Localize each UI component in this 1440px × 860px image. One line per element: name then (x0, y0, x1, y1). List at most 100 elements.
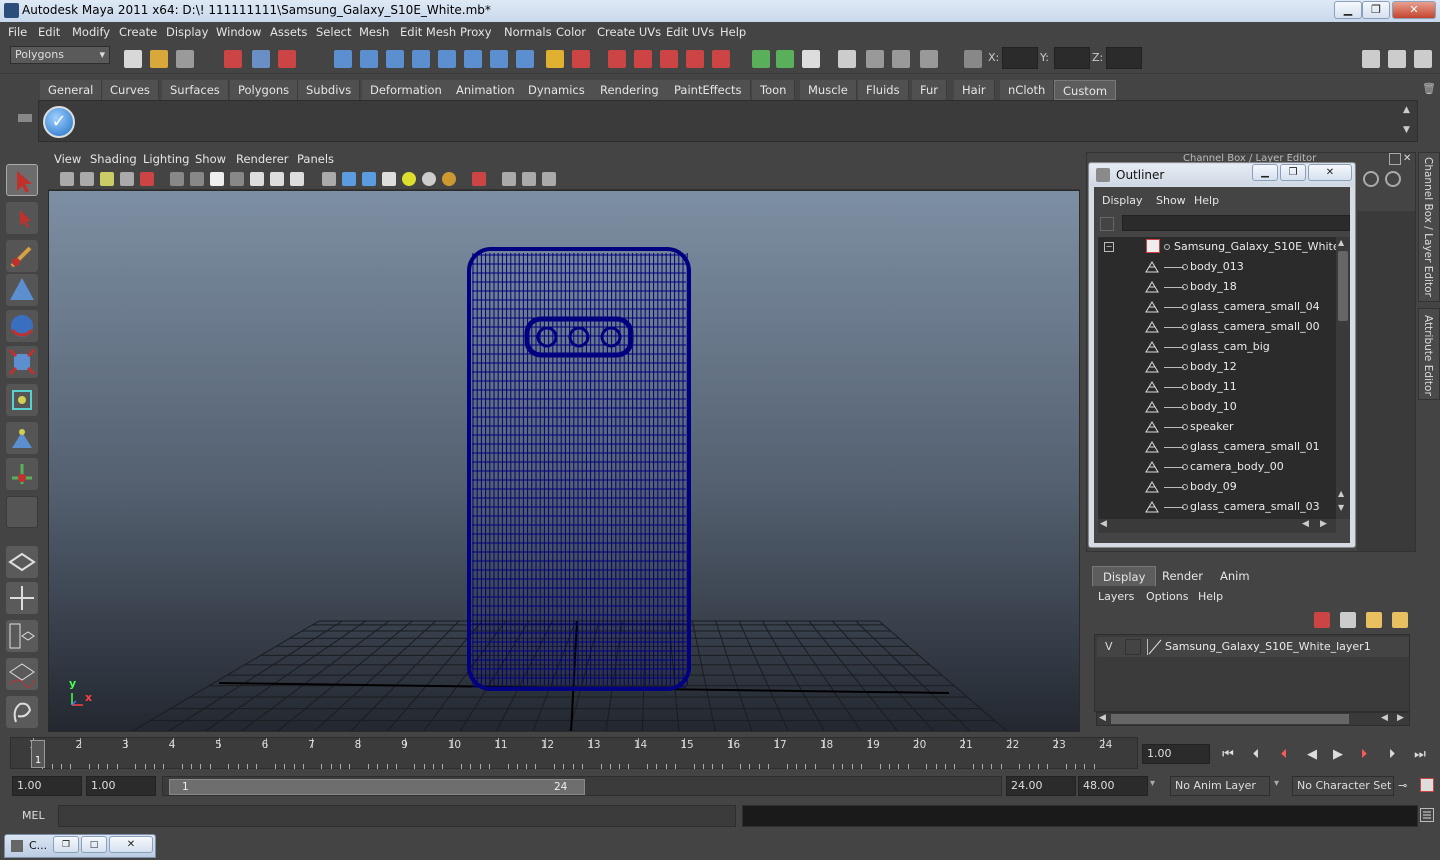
shelf-menu-icon[interactable] (18, 114, 32, 122)
menu-mesh[interactable]: Mesh (359, 25, 389, 39)
shelf-tab-painteffects[interactable]: PaintEffects (666, 80, 751, 100)
outliner-item-row[interactable]: body_12 (1098, 357, 1336, 377)
menu-select[interactable]: Select (316, 25, 351, 39)
layer-row[interactable]: V Samsung_Galaxy_S10E_White_layer1 (1097, 637, 1409, 657)
layer-name[interactable]: Samsung_Galaxy_S10E_White_layer1 (1165, 640, 1371, 653)
viewport-menu-lighting[interactable]: Lighting (143, 152, 189, 166)
outliner-search-field[interactable] (1122, 215, 1350, 231)
hypershade-icon[interactable] (920, 50, 938, 68)
field-chart-icon[interactable] (250, 172, 264, 186)
character-set-dropdown[interactable]: No Character Set (1292, 776, 1394, 796)
pick-points-icon[interactable] (334, 50, 352, 68)
image-plane-icon[interactable] (120, 172, 134, 186)
shelf-tab-dynamics[interactable]: Dynamics (520, 80, 594, 100)
shelf-tab-custom[interactable]: Custom (1054, 80, 1117, 100)
xray-icon[interactable] (502, 172, 516, 186)
outliner-root-row[interactable]: − Samsung_Galaxy_S10E_White (1098, 237, 1336, 257)
side-tab-channel-box[interactable]: Channel Box / Layer Editor (1418, 152, 1440, 302)
select-hierarchy-icon[interactable] (224, 50, 242, 68)
output-ops-icon[interactable] (776, 50, 794, 68)
viewport-menu-renderer[interactable]: Renderer (236, 152, 289, 166)
new-layer-icon[interactable] (1366, 612, 1382, 628)
viewport-menu-shading[interactable]: Shading (90, 152, 137, 166)
layer-tab-anim[interactable]: Anim (1210, 566, 1260, 586)
shelf-tab-subdivs[interactable]: Subdivs (298, 80, 361, 100)
menu-edit-uvs[interactable]: Edit UVs (666, 25, 714, 39)
menu-window[interactable]: Window (216, 25, 261, 39)
save-scene-icon[interactable] (176, 50, 194, 68)
mel-label[interactable]: MEL (22, 809, 45, 822)
select-object-icon[interactable] (252, 50, 270, 68)
panel-close-icon[interactable]: ✕ (1403, 153, 1415, 165)
pick-deformer-icon[interactable] (490, 50, 508, 68)
snap-curve-icon[interactable] (634, 50, 652, 68)
minimize-button[interactable]: ▁ (1334, 1, 1362, 19)
step-back-key-icon[interactable]: ⏴ (1276, 747, 1292, 763)
outliner-title-bar[interactable]: Outliner ▁ ❐ ✕ (1090, 164, 1354, 186)
outliner-item-row[interactable]: speaker (1098, 417, 1336, 437)
menu-color[interactable]: Color (556, 25, 586, 39)
safe-title-icon[interactable] (290, 172, 304, 186)
menu-help[interactable]: Help (720, 25, 746, 39)
menu-set-dropdown[interactable]: Polygons ▾ (10, 46, 110, 64)
shelf-tab-surfaces[interactable]: Surfaces (162, 80, 229, 100)
check-icon[interactable]: ✓ (43, 106, 75, 138)
shelf-tab-rendering[interactable]: Rendering (592, 80, 668, 100)
toggle-attribute-editor-icon[interactable] (1362, 50, 1380, 68)
layer-horizontal-scrollbar[interactable]: ◀ ◀ ▶ (1096, 712, 1410, 726)
menu-edit-mesh[interactable]: Edit Mesh (400, 25, 456, 39)
shelf-tab-fur[interactable]: Fur (912, 80, 948, 100)
anim-layer-dropdown[interactable]: No Anim Layer (1170, 776, 1270, 796)
play-backwards-icon[interactable]: ◀ (1304, 747, 1320, 763)
outliner-item-row[interactable]: body_013 (1098, 257, 1336, 277)
playback-end-field[interactable]: 24.00 (1006, 776, 1076, 796)
outliner-item-row[interactable]: glass_camera_small_04 (1098, 297, 1336, 317)
scroll-right-icon[interactable]: ▶ (1397, 713, 1404, 723)
scale-tool-icon[interactable] (6, 346, 38, 378)
safe-action-icon[interactable] (270, 172, 284, 186)
universal-manipulator-icon[interactable] (6, 384, 38, 416)
outliner-item-row[interactable]: body_10 (1098, 397, 1336, 417)
render-frame-icon[interactable] (838, 50, 856, 68)
shelf-tab-ncloth[interactable]: nCloth (1000, 80, 1055, 100)
play-forwards-icon[interactable]: ▶ (1330, 747, 1346, 763)
pick-surface-icon[interactable] (464, 50, 482, 68)
z-field[interactable] (1106, 47, 1142, 69)
shelf-tab-general[interactable]: General (40, 80, 103, 100)
textured-icon[interactable] (382, 172, 396, 186)
outliner-minimize-button[interactable]: ▁ (1252, 164, 1278, 181)
new-layer-from-selected-icon[interactable] (1392, 612, 1408, 628)
side-tab-attribute-editor[interactable]: Attribute Editor (1418, 308, 1440, 400)
single-perspective-layout-icon[interactable] (6, 546, 38, 578)
shelf-tab-deformation[interactable]: Deformation (362, 80, 451, 100)
step-back-frame-icon[interactable]: ⏴ (1248, 747, 1264, 763)
snap-view-icon[interactable] (686, 50, 704, 68)
chevron-down-icon[interactable]: ▾ (1150, 778, 1155, 789)
transform-mode-icon[interactable] (964, 50, 982, 68)
layer-type-toggle[interactable] (1125, 639, 1141, 655)
pick-shapes-icon[interactable] (438, 50, 456, 68)
shadows-icon[interactable] (442, 172, 456, 186)
xray-joints-icon[interactable] (522, 172, 536, 186)
layer-tab-display[interactable]: Display (1092, 566, 1157, 586)
scroll-up-icon[interactable]: ▲ (1338, 238, 1344, 247)
construction-history-icon[interactable] (802, 50, 820, 68)
move-tool-icon[interactable] (6, 274, 38, 306)
shelf-tab-hair[interactable]: Hair (954, 80, 995, 100)
scroll-left-icon[interactable]: ◀ (1099, 713, 1106, 723)
smooth-shade-icon[interactable] (342, 172, 356, 186)
time-slider[interactable]: 123456789101112131415161718192021222324 … (10, 737, 1138, 769)
outliner-item-row[interactable]: body_09 (1098, 477, 1336, 497)
all-lights-icon[interactable] (422, 172, 436, 186)
range-slider[interactable]: 1 24 (162, 776, 1002, 796)
scroll-up-icon[interactable]: ▲ (1338, 489, 1344, 498)
default-lighting-icon[interactable] (402, 172, 416, 186)
scroll-left-icon[interactable]: ◀ (1100, 519, 1107, 529)
viewport-menu-show[interactable]: Show (195, 152, 226, 166)
pick-faces-icon[interactable] (386, 50, 404, 68)
outliner-maximize-button[interactable]: ❐ (1280, 164, 1306, 181)
scroll-left-icon[interactable]: ◀ (1302, 519, 1309, 529)
wireframe-icon[interactable] (322, 172, 336, 186)
ipr-render-icon[interactable] (866, 50, 884, 68)
grid-toggle-icon[interactable] (170, 172, 184, 186)
